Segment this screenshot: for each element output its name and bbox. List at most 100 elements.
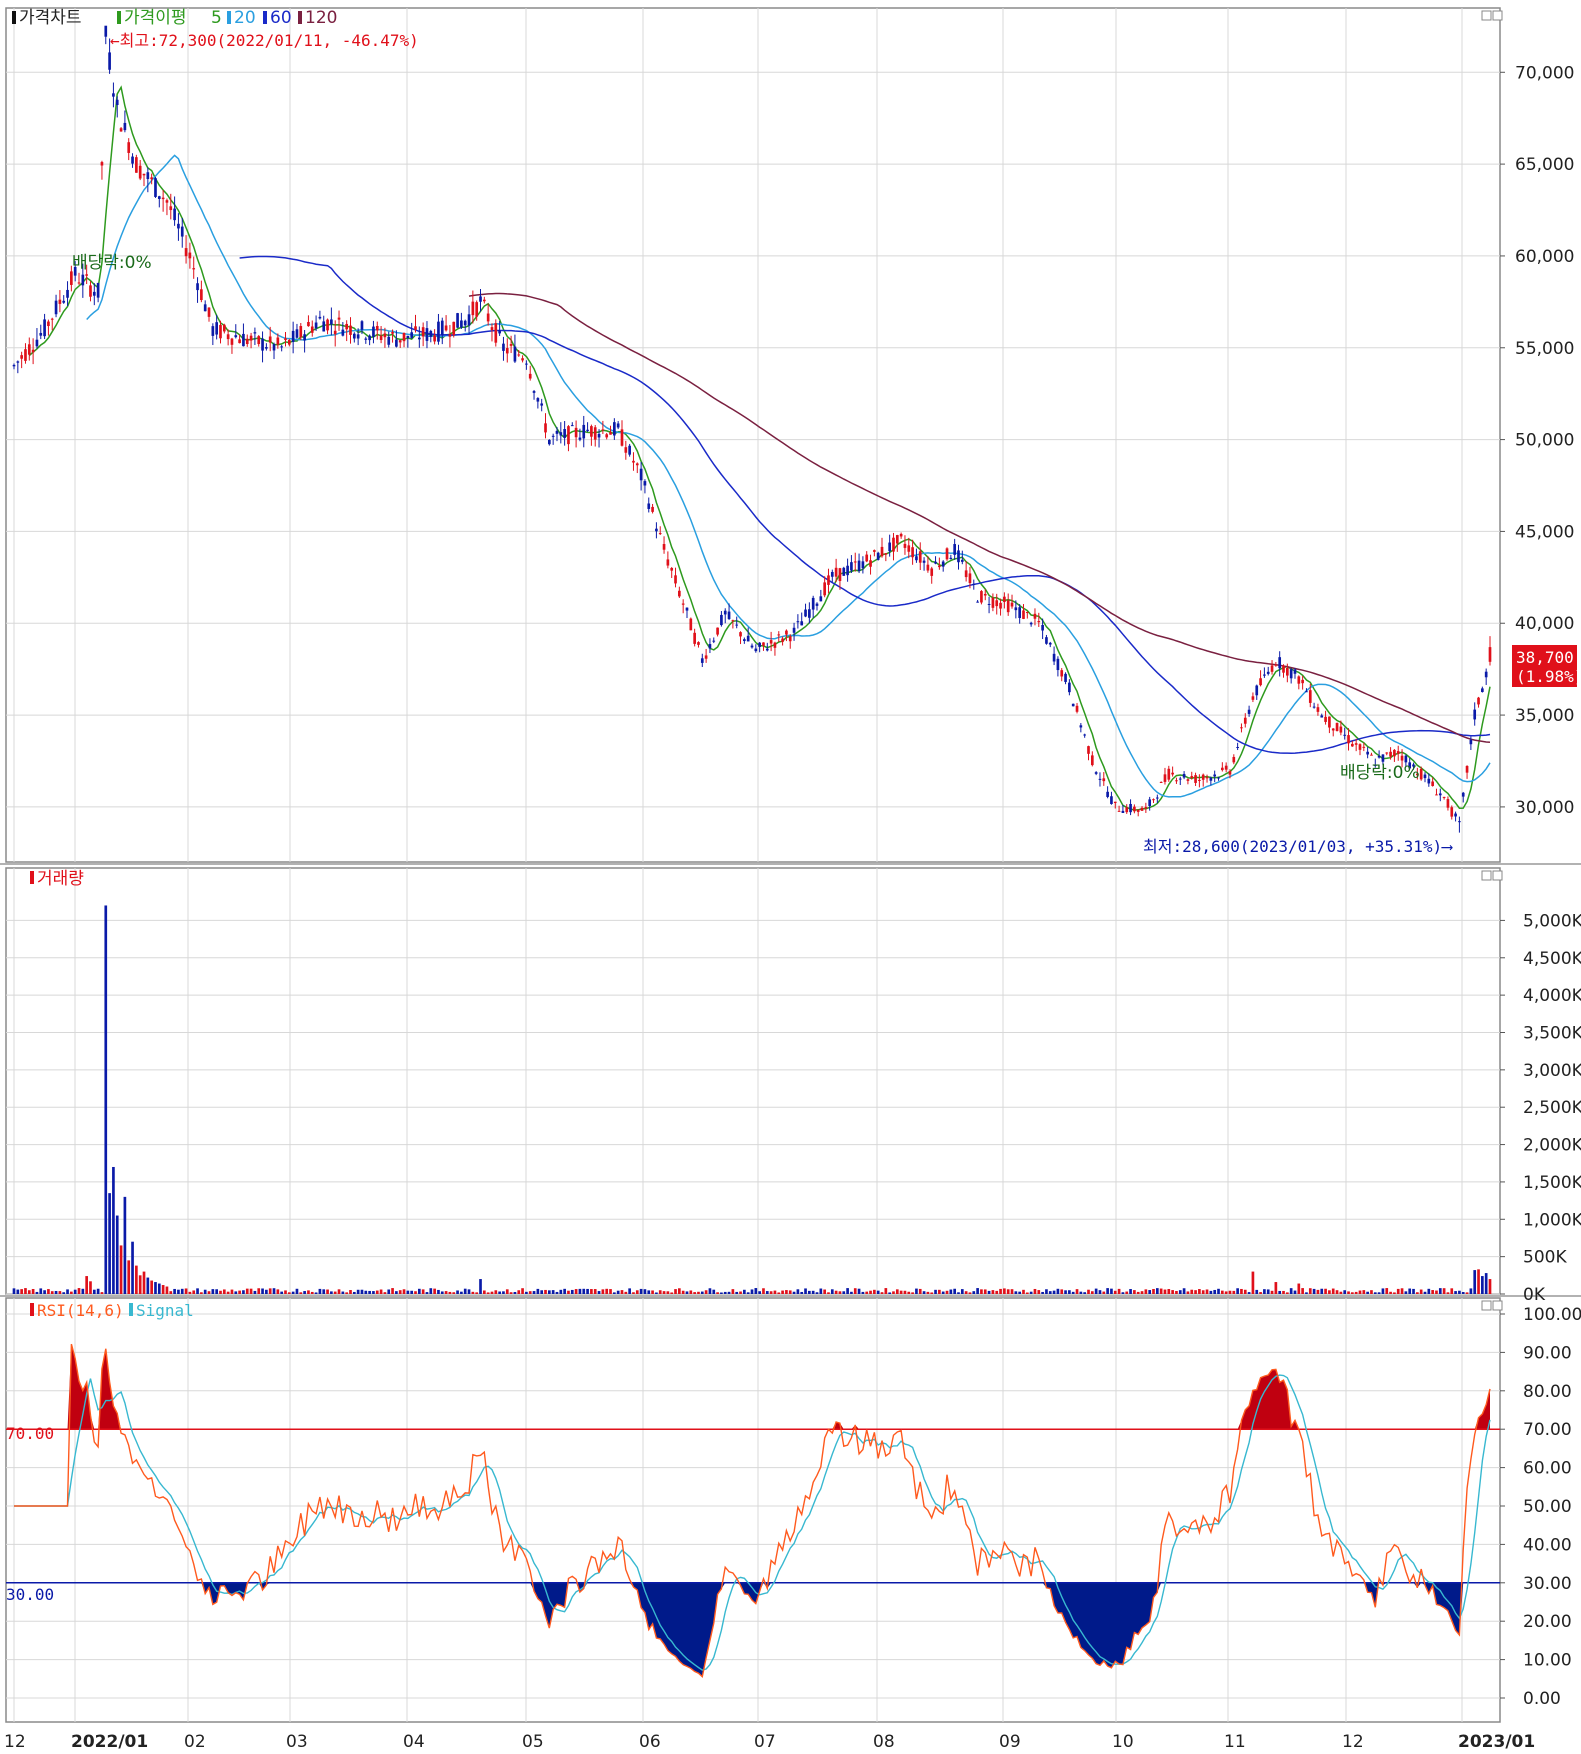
candle-body — [1351, 743, 1354, 747]
candle-body — [674, 575, 677, 584]
candle-body — [586, 429, 589, 431]
candle-body — [521, 358, 524, 361]
candle-body — [383, 333, 387, 338]
candle-body — [460, 320, 463, 328]
volume-bar — [689, 1290, 693, 1294]
candle-body — [47, 321, 50, 327]
chart-canvas[interactable]: 70,000 65,000 60,000 55,000 50,000 45,000 40,0… — [0, 0, 1581, 1754]
volume-bar — [1022, 1289, 1025, 1294]
volume-bar — [368, 1290, 371, 1294]
legend-ma60: 60 — [270, 8, 292, 28]
volume-bar — [1404, 1291, 1408, 1294]
panel-frame-1 — [5, 867, 1501, 1295]
volume-bar — [54, 1290, 58, 1294]
candle-body — [310, 326, 314, 333]
candle-body — [1247, 709, 1251, 714]
candle-body — [983, 593, 987, 596]
legend-price-chart: 가격차트 — [19, 8, 82, 28]
volume-bar — [903, 1290, 907, 1294]
candle-body — [429, 330, 433, 337]
panel-frames — [0, 7, 1581, 1723]
candle-body — [1450, 807, 1454, 817]
panel-frame-0 — [5, 7, 1501, 863]
candle-body — [708, 644, 712, 649]
volume-bar — [1266, 1289, 1270, 1294]
volume-bar — [1488, 1279, 1492, 1294]
candle-body — [1071, 703, 1075, 707]
volume-y-tick-label: 1,000K — [1523, 1210, 1581, 1230]
candle-body — [528, 373, 532, 379]
candle-body — [219, 324, 222, 339]
volume-bar — [540, 1290, 544, 1294]
candle-body — [1339, 726, 1343, 733]
volume-bar — [1006, 1289, 1010, 1294]
volume-bar — [452, 1292, 456, 1294]
candle-body — [693, 632, 696, 644]
volume-bar — [895, 1289, 899, 1294]
legend-rsi: RSI(14,6) — [37, 1301, 124, 1320]
volume-bars[interactable] — [12, 905, 1492, 1294]
volume-bar — [773, 1290, 777, 1294]
candle-body — [1182, 773, 1186, 778]
candle-body — [1354, 743, 1358, 745]
candle-body — [433, 335, 436, 342]
candle-body — [333, 330, 337, 335]
candle-body — [230, 338, 234, 345]
candle-body — [899, 533, 903, 537]
panel-window-buttons[interactable] — [1481, 10, 1503, 1311]
volume-y-tick-label: 2,000K — [1523, 1136, 1581, 1156]
ma-line-120 — [468, 292, 1491, 743]
volume-bar — [92, 1289, 96, 1294]
candle-body — [1106, 791, 1109, 797]
volume-bar — [1129, 1289, 1132, 1294]
volume-bar — [1110, 1288, 1113, 1294]
volume-y-tick-label: 500K — [1523, 1248, 1567, 1268]
price-y-tick-label: 30,000 — [1515, 798, 1574, 818]
volume-y-tick-label: 3,500K — [1523, 1023, 1581, 1043]
volume-bar — [1171, 1290, 1174, 1294]
candle-body — [341, 329, 345, 336]
legend-ma5: 5 — [211, 8, 222, 28]
volume-bar — [268, 1288, 272, 1294]
candle-body — [792, 627, 796, 633]
volume-bar — [1075, 1289, 1079, 1294]
candle-body — [1278, 657, 1282, 669]
volume-bar — [333, 1291, 337, 1294]
candle-body — [911, 547, 914, 558]
volume-bar — [934, 1289, 937, 1294]
volume-bar — [177, 1289, 180, 1294]
candle-body — [96, 282, 100, 298]
volume-bar — [310, 1291, 314, 1294]
candle-body — [720, 614, 723, 626]
candle-body — [502, 343, 505, 351]
price-y-tick-label: 60,000 — [1515, 247, 1574, 267]
volume-bar — [1106, 1288, 1109, 1294]
candle-body — [605, 434, 609, 438]
volume-bar — [991, 1290, 995, 1294]
candle-body — [360, 321, 364, 330]
candle-body — [1117, 810, 1121, 812]
candle-body — [1270, 665, 1274, 672]
candle-body — [245, 338, 249, 344]
candle-body — [1312, 706, 1316, 708]
candle-body — [414, 326, 417, 330]
candle-body — [1438, 793, 1442, 796]
volume-bar — [490, 1291, 494, 1294]
candle-body — [1217, 777, 1220, 779]
candle-body — [1481, 688, 1484, 693]
price-candles[interactable] — [12, 25, 1492, 833]
candle-body — [544, 423, 547, 433]
candle-body — [540, 403, 544, 406]
volume-bar — [502, 1291, 505, 1294]
candle-body — [1289, 669, 1293, 679]
volume-bar — [888, 1292, 891, 1294]
candle-body — [769, 640, 773, 644]
candle-body — [1305, 691, 1308, 693]
candle-body — [1045, 637, 1048, 644]
price-y-tick-label: 35,000 — [1515, 706, 1574, 726]
candle-body — [811, 597, 815, 610]
candle-body — [303, 334, 306, 341]
volume-bar — [834, 1290, 838, 1294]
x-tick-label: 11 — [1224, 1732, 1246, 1752]
volume-bar — [330, 1291, 333, 1294]
